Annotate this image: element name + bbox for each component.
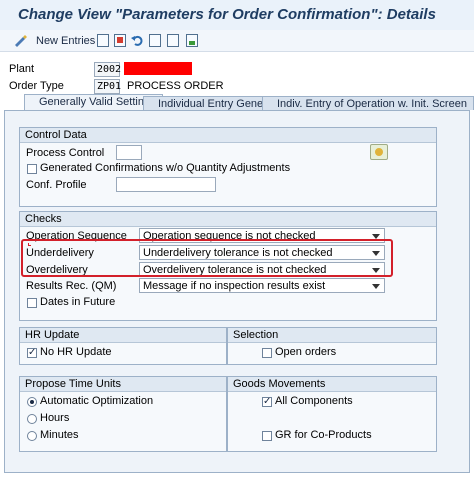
checks-title: Checks bbox=[20, 212, 436, 227]
gr-coproducts-checkbox[interactable] bbox=[262, 431, 272, 441]
results-rec-select[interactable]: Message if no inspection results exist bbox=[139, 278, 385, 293]
copy-icon[interactable] bbox=[97, 34, 109, 47]
conf-profile-input[interactable] bbox=[116, 177, 216, 192]
tab-generally-valid-settings[interactable]: Generally Valid Settings bbox=[24, 94, 163, 110]
conf-profile-label: Conf. Profile bbox=[26, 179, 87, 191]
application-toolbar: New Entries bbox=[0, 30, 474, 52]
minutes-label: Minutes bbox=[40, 429, 79, 441]
export-icon[interactable] bbox=[186, 34, 198, 47]
automatic-optimization-label: Automatic Optimization bbox=[40, 395, 154, 407]
plant-field[interactable]: 2002 bbox=[94, 62, 121, 77]
previous-entry-icon[interactable] bbox=[149, 34, 161, 47]
generated-confirmations-checkbox[interactable] bbox=[27, 164, 37, 174]
redaction-bar bbox=[124, 62, 192, 75]
dates-in-future-checkbox[interactable] bbox=[27, 298, 37, 308]
radio-minutes[interactable] bbox=[27, 431, 37, 441]
process-control-label: Process Control bbox=[26, 147, 105, 159]
process-control-input[interactable] bbox=[116, 145, 142, 160]
next-entry-icon[interactable] bbox=[167, 34, 179, 47]
radio-hours[interactable] bbox=[27, 414, 37, 424]
pencil-glasses-icon[interactable] bbox=[14, 34, 27, 47]
plant-label: Plant bbox=[9, 63, 35, 75]
results-rec-label: Results Rec. (QM) bbox=[26, 280, 117, 292]
no-hr-update-checkbox[interactable]: ✓ bbox=[27, 348, 37, 358]
selection-group: Selection Open orders bbox=[227, 327, 437, 365]
delete-icon[interactable] bbox=[114, 34, 126, 47]
tab-indiv-entry-operation[interactable]: Indiv. Entry of Operation w. Init. Scree… bbox=[262, 96, 474, 110]
all-components-checkbox[interactable]: ✓ bbox=[262, 397, 272, 407]
control-data-group: Control Data Process Control Generated C… bbox=[19, 127, 437, 207]
undo-icon[interactable] bbox=[131, 34, 143, 47]
tabstrip: Generally Valid Settings Individual Entr… bbox=[0, 94, 474, 110]
control-data-title: Control Data bbox=[20, 128, 436, 143]
goods-movements-title: Goods Movements bbox=[228, 377, 436, 392]
generated-confirmations-label: Generated Confirmations w/o Quantity Adj… bbox=[40, 162, 291, 174]
all-components-label: All Components bbox=[275, 395, 353, 407]
order-type-field[interactable]: ZP01 bbox=[94, 79, 121, 94]
no-hr-update-label: No HR Update bbox=[40, 346, 112, 358]
hr-update-group: HR Update ✓ No HR Update bbox=[19, 327, 227, 365]
order-type-description: PROCESS ORDER bbox=[127, 80, 224, 92]
annotation-highlight-box bbox=[21, 239, 393, 277]
goods-movements-group: Goods Movements ✓ All Components GR for … bbox=[227, 376, 437, 452]
selection-title: Selection bbox=[228, 328, 436, 343]
window-title: Change View "Parameters for Order Confir… bbox=[0, 0, 474, 30]
dates-in-future-label: Dates in Future bbox=[40, 296, 116, 308]
possible-entries-icon[interactable] bbox=[370, 144, 388, 160]
propose-time-units-title: Propose Time Units bbox=[20, 377, 226, 392]
dropdown-arrow-icon bbox=[372, 284, 380, 289]
tab-content-panel: Control Data Process Control Generated C… bbox=[4, 110, 470, 473]
radio-automatic-optimization[interactable] bbox=[27, 397, 37, 407]
order-type-label: Order Type bbox=[9, 80, 64, 92]
open-orders-label: Open orders bbox=[275, 346, 337, 358]
propose-time-units-group: Propose Time Units Automatic Optimizatio… bbox=[19, 376, 227, 452]
new-entries-button[interactable]: New Entries bbox=[36, 33, 95, 49]
hours-label: Hours bbox=[40, 412, 70, 424]
gr-coproducts-label: GR for Co-Products bbox=[275, 429, 372, 441]
hr-update-title: HR Update bbox=[20, 328, 226, 343]
results-rec-value: Message if no inspection results exist bbox=[143, 280, 326, 292]
open-orders-checkbox[interactable] bbox=[262, 348, 272, 358]
